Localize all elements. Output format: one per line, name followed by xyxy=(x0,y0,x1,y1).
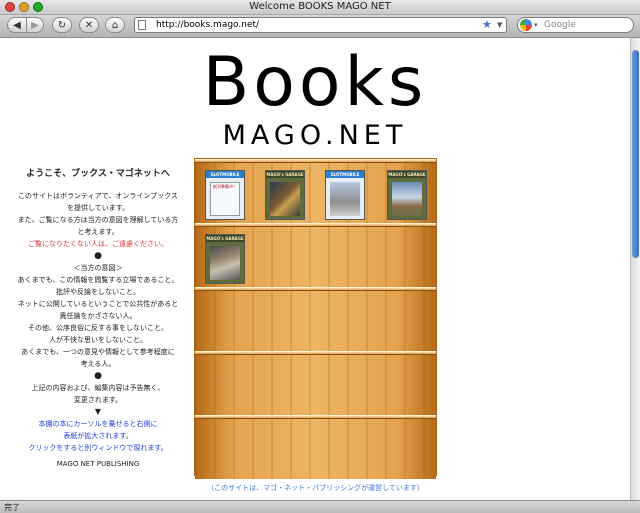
book-label: MAGO's GARAGE xyxy=(266,171,304,178)
reload-button[interactable]: ↻ xyxy=(52,17,72,33)
search-placeholder[interactable]: Google xyxy=(544,19,576,31)
book-magos-garage-2[interactable]: MAGO's GARAGE xyxy=(387,170,427,220)
bookshelf: SLOTMOBILE 創刊準備中！ MAGO's GARAGE SLOTMOBI… xyxy=(194,158,437,479)
instruction-line: クリックをすると別ウィンドウで現れます。 xyxy=(28,444,168,452)
stop-icon: ✕ xyxy=(84,19,94,31)
notice-line: 上記の内容および、編集内容は予告無く、 xyxy=(31,384,165,392)
book-cover xyxy=(392,182,422,216)
window-titlebar: Welcome BOOKS MAGO NET xyxy=(0,0,640,15)
publisher-name: MAGO NET PUBLISHING xyxy=(56,460,140,468)
instruction-line: 本棚の本にカーソルを乗せると右側に xyxy=(38,420,158,428)
welcome-heading: ようこそ、ブックス・マゴネットへ xyxy=(26,169,170,179)
back-button[interactable]: ◀ xyxy=(7,17,27,33)
search-engine-dropdown-icon[interactable]: ▾ xyxy=(534,19,538,31)
page-viewport: Books MAGO.NET ようこそ、ブックス・マゴネットへ このサイトはボラ… xyxy=(0,38,630,500)
browser-toolbar: ◀ ▶ ↻ ✕ ⌂ http://books.mago.net/ ★ ▼ ▾ G… xyxy=(0,15,640,38)
stop-button[interactable]: ✕ xyxy=(79,17,99,33)
status-bar: 完了 xyxy=(0,500,640,513)
intent-line: あくまでも、一つの意見や情報として参考程度に xyxy=(21,348,175,356)
book-cover xyxy=(210,246,240,280)
bullet-icon: ● xyxy=(94,251,102,261)
intent-line: ネットに公開しているということで公共性があると xyxy=(17,300,179,308)
address-bar[interactable]: http://books.mago.net/ ★ ▼ xyxy=(134,17,507,33)
footer-note: （このサイトは、マゴ・ネット・パブリッシングが運営しています） xyxy=(207,484,424,492)
home-icon: ⌂ xyxy=(111,19,119,31)
mago-net-logo: MAGO.NET xyxy=(222,120,408,151)
intent-line: 責任論をかざさない人。 xyxy=(59,312,137,320)
url-text[interactable]: http://books.mago.net/ xyxy=(156,19,259,31)
scrollbar-thumb[interactable] xyxy=(632,50,639,258)
intent-line: 人が不快な思いをしないこと。 xyxy=(49,336,147,344)
forward-arrow-icon: ▶ xyxy=(31,19,39,31)
home-button[interactable]: ⌂ xyxy=(105,17,125,33)
search-box[interactable]: ▾ Google xyxy=(517,17,634,33)
book-magos-garage-1[interactable]: MAGO's GARAGE xyxy=(265,170,305,220)
intent-line: あくまでも、この情報を閲覧する立場であること。 xyxy=(17,276,179,284)
intent-line: 考える人。 xyxy=(80,360,116,368)
intent-line: 批評や反論をしないこと。 xyxy=(56,288,140,296)
window-title: Welcome BOOKS MAGO NET xyxy=(249,1,391,12)
bookmark-star-icon[interactable]: ★ xyxy=(482,18,492,32)
history-dropdown-icon[interactable]: ▼ xyxy=(497,19,502,31)
book-slotmobile-1[interactable]: SLOTMOBILE 創刊準備中！ xyxy=(205,170,245,220)
intro-line: を提供しています。 xyxy=(66,204,130,212)
forward-button[interactable]: ▶ xyxy=(26,17,44,33)
books-logo: Books xyxy=(202,43,428,122)
book-magos-garage-3[interactable]: MAGO's GARAGE xyxy=(205,234,245,284)
shelf-row-4 xyxy=(195,355,436,415)
shelf-row-1: SLOTMOBILE 創刊準備中！ MAGO's GARAGE SLOTMOBI… xyxy=(195,163,436,223)
intent-title: ＜当方の意図＞ xyxy=(73,264,123,272)
shelf-row-2: MAGO's GARAGE xyxy=(195,227,436,287)
warning-text: ご覧になりたくない人は、ご遠慮ください。 xyxy=(28,240,168,248)
status-text: 完了 xyxy=(4,503,20,512)
intro-line: また、ご覧になる方は当方の意図を理解している方 xyxy=(17,216,179,224)
intro-line: このサイトはボランティアで、オンラインブックス xyxy=(18,192,178,200)
intro-line: と考えます。 xyxy=(77,228,119,236)
notice-line: 変更されます。 xyxy=(73,396,123,404)
bullet-icon: ● xyxy=(94,371,102,381)
shelf-row-3 xyxy=(195,291,436,351)
instruction-line: 表紙が拡大されます。 xyxy=(63,432,133,440)
intent-line: その他、公序良俗に反する事をしないこと。 xyxy=(28,324,168,332)
book-label: MAGO's GARAGE xyxy=(206,235,244,242)
reload-icon: ↻ xyxy=(57,19,67,31)
book-cover: 創刊準備中！ xyxy=(210,182,240,216)
book-cover xyxy=(330,182,360,216)
vertical-scrollbar[interactable] xyxy=(630,38,640,500)
book-slotmobile-2[interactable]: SLOTMOBILE xyxy=(325,170,365,220)
down-arrow-icon: ▼ xyxy=(94,407,102,416)
book-label: SLOTMOBILE xyxy=(206,171,244,178)
back-arrow-icon: ◀ xyxy=(13,19,21,31)
page-icon xyxy=(138,20,146,30)
google-icon[interactable] xyxy=(520,19,532,31)
book-label: SLOTMOBILE xyxy=(326,171,364,178)
welcome-column: ようこそ、ブックス・マゴネットへ このサイトはボランティアで、オンラインブックス… xyxy=(0,168,196,470)
book-cover xyxy=(270,182,300,216)
book-label: MAGO's GARAGE xyxy=(388,171,426,178)
shelf-row-5 xyxy=(195,419,436,479)
